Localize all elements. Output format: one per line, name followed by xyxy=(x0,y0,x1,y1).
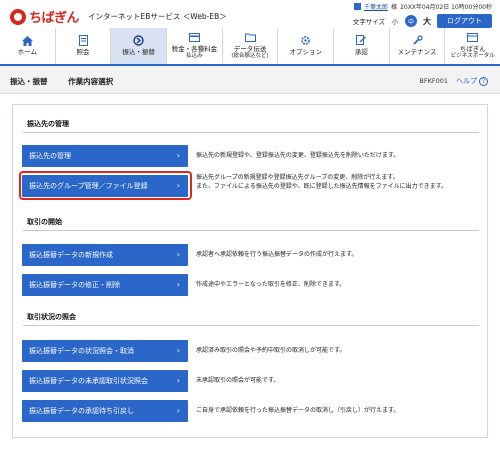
unapproved-status-description: 未承認取引の照会が可能です。 xyxy=(196,377,280,384)
nav-label: ホーム xyxy=(17,47,37,56)
nav-option[interactable]: オプション xyxy=(278,28,335,64)
button-label: 振込振替データの状況照会・取消 xyxy=(29,347,134,355)
new-transfer-data-button[interactable]: 振込振替データの新規作成 › xyxy=(22,244,188,266)
font-size-label: 文字サイズ xyxy=(352,18,385,26)
chevron-right-icon: › xyxy=(176,181,180,190)
nav-inquiry[interactable]: 照会 xyxy=(56,28,112,64)
nav-label: 照会 xyxy=(76,47,90,56)
home-icon xyxy=(21,35,33,46)
font-size-controls: 文字サイズ 小 中 大 ログアウト xyxy=(292,14,492,28)
chevron-right-icon: › xyxy=(176,280,180,289)
section-divider xyxy=(23,230,479,231)
button-label: 振込振替データの未承認取引状況照会 xyxy=(29,377,148,385)
logo-mark-icon xyxy=(10,8,26,25)
status-inquiry-description: 承認済み取引の照会や予約中取引の取消しが可能です。 xyxy=(196,347,346,354)
nav-label: 承認 xyxy=(354,47,368,56)
nav-tax[interactable]: 税金・各種料金 払込み xyxy=(167,28,223,64)
font-large-button[interactable]: 大 xyxy=(421,15,433,27)
user-line: 千葉太郎 様 20XX年04月02日 10時00分00秒 xyxy=(292,2,492,11)
section-title-payee-management: 振込先の管理 xyxy=(27,120,69,128)
nav-label: メンテナンス xyxy=(397,47,437,56)
font-small-button[interactable]: 小 xyxy=(389,15,401,27)
payee-management-description: 振込先の新規登録や、登録振込先の変更、登録振込先を削除いただけます。 xyxy=(196,152,400,159)
help-link[interactable]: ヘルプ ? xyxy=(456,76,488,86)
nav-label: オプション xyxy=(289,47,322,56)
new-transfer-description: 承認者へ承認依頼を行う振込振替データの作成が行えます。 xyxy=(196,251,358,258)
edit-delete-description: 作成途中やエラーとなった取引を修正、削除できます。 xyxy=(196,281,346,288)
user-area: 千葉太郎 様 20XX年04月02日 10時00分00秒 文字サイズ 小 中 大… xyxy=(292,2,492,28)
section-divider xyxy=(23,132,479,133)
user-icon xyxy=(354,3,362,10)
nav-label: データ伝送 xyxy=(233,44,267,53)
invoice-icon xyxy=(188,33,200,43)
gear-icon xyxy=(300,36,312,46)
help-label: ヘルプ xyxy=(456,77,477,85)
nav-maintenance[interactable]: メンテナンス xyxy=(390,28,446,64)
nav-label: 振込・振替 xyxy=(122,47,155,56)
logout-button[interactable]: ログアウト xyxy=(437,14,492,28)
chevron-right-icon: › xyxy=(176,250,180,259)
nav-label: 税金・各種料金 xyxy=(171,44,218,53)
pending-approval-recall-button[interactable]: 振込振替データの承認待ち引戻し › xyxy=(22,400,188,422)
payee-management-button[interactable]: 振込先の管理 › xyxy=(22,145,188,167)
nav-data-transmission[interactable]: データ伝送 (総合振込など) xyxy=(223,28,279,64)
description-line: また、ファイルによる振込先の登録や、既に登録した振込先情報をファイルに出力できま… xyxy=(196,182,448,190)
nav-home[interactable]: ホーム xyxy=(0,28,56,64)
chevron-right-icon: › xyxy=(176,406,180,415)
page-title: 作業内容選択 xyxy=(68,77,114,86)
page-title-bar: 振込・振替 作業内容選択 BFKF001 ヘルプ ? xyxy=(0,66,500,94)
button-label: 振込振替データの新規作成 xyxy=(29,251,113,259)
global-nav: ホーム 照会 振込・振替 税金・各種料金 払込み データ伝送 (総合振込など) … xyxy=(0,28,500,66)
chevron-right-icon: › xyxy=(176,346,180,355)
chevron-right-icon: › xyxy=(176,151,180,160)
header: ちばぎん インターネットEBサービス ＜Web-EB＞ 千葉太郎 様 20XX年… xyxy=(0,0,500,28)
content-panel: 振込先の管理 振込先の管理 › 振込先の新規登録や、登録振込先の変更、登録振込先… xyxy=(12,104,488,438)
last-login: 20XX年04月02日 10時00分00秒 xyxy=(400,4,492,11)
button-label: 振込先のグループ管理／ファイル登録 xyxy=(29,182,148,190)
description-line: 振込先グループの新規登録や登録振込先グループの変更、削除が行えます。 xyxy=(196,174,399,181)
portal-icon xyxy=(467,33,479,43)
nav-transfer[interactable]: 振込・振替 xyxy=(111,28,168,64)
folder-icon xyxy=(244,33,256,43)
button-label: 振込振替データの承認待ち引戻し xyxy=(29,407,134,415)
nav-label: ちばぎん xyxy=(459,44,486,53)
user-name-link[interactable]: 千葉太郎 xyxy=(364,2,388,11)
breadcrumb: 振込・振替 作業内容選択 xyxy=(10,76,113,87)
screen-id: BFKF001 xyxy=(419,77,448,85)
breadcrumb-category: 振込・振替 xyxy=(10,77,48,86)
nav-sublabel: ビジネスポータル xyxy=(450,53,495,60)
document-icon xyxy=(77,35,89,47)
nav-sublabel: (総合振込など) xyxy=(231,53,269,60)
wrench-icon xyxy=(411,35,423,46)
service-name: インターネットEBサービス ＜Web-EB＞ xyxy=(88,12,227,21)
nav-sublabel: 払込み xyxy=(186,53,203,60)
edit-delete-transfer-button[interactable]: 振込振替データの修正・削除 › xyxy=(22,274,188,296)
payee-group-description: 振込先グループの新規登録や登録振込先グループの変更、削除が行えます。 また、ファ… xyxy=(196,174,481,191)
user-suffix: 様 xyxy=(391,4,398,11)
button-label: 振込先の管理 xyxy=(29,152,71,160)
nav-business-portal[interactable]: ちばぎん ビジネスポータル xyxy=(445,28,500,64)
help-icon: ? xyxy=(479,76,488,86)
section-divider xyxy=(23,325,479,326)
section-title-status-inquiry: 取引状況の照会 xyxy=(27,313,76,321)
nav-approval[interactable]: 承認 xyxy=(334,28,390,64)
pending-approval-recall-description: ご自身で承認依頼を行った振込振替データの取消し（引戻し）が行えます。 xyxy=(196,407,400,414)
logo-text: ちばぎん xyxy=(29,11,80,26)
transfer-icon xyxy=(133,35,145,46)
bank-logo: ちばぎん xyxy=(10,7,80,26)
chevron-right-icon: › xyxy=(176,376,180,385)
unapproved-status-button[interactable]: 振込振替データの未承認取引状況照会 › xyxy=(22,370,188,392)
status-inquiry-cancel-button[interactable]: 振込振替データの状況照会・取消 › xyxy=(22,340,188,362)
button-label: 振込振替データの修正・削除 xyxy=(29,281,120,289)
font-medium-button[interactable]: 中 xyxy=(405,15,417,27)
section-title-start-transaction: 取引の開始 xyxy=(27,218,62,226)
payee-group-file-button[interactable]: 振込先のグループ管理／ファイル登録 › xyxy=(22,175,188,197)
approval-icon xyxy=(355,35,367,46)
